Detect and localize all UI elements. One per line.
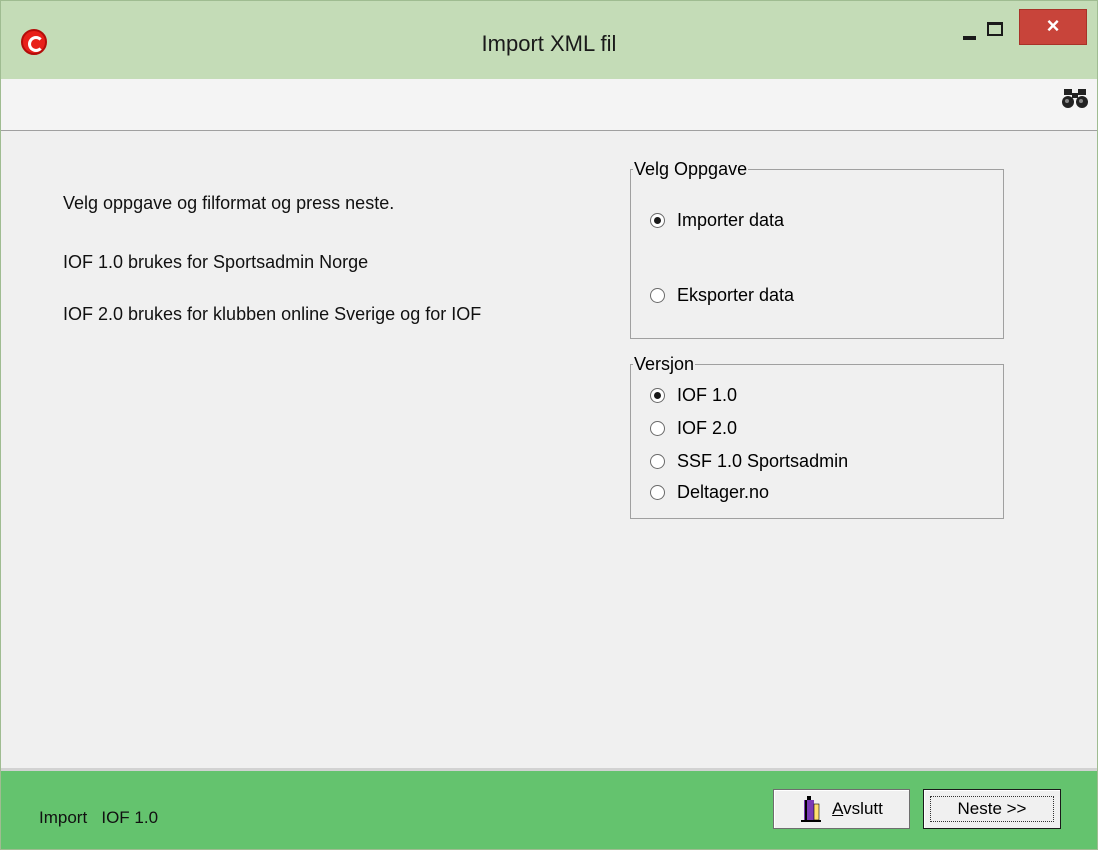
next-button-label: Neste >> xyxy=(957,799,1027,818)
status-version: IOF 1.0 xyxy=(101,808,159,827)
toolbar xyxy=(1,79,1097,131)
minimize-button[interactable] xyxy=(963,36,976,40)
iof1-note: IOF 1.0 brukes for Sportsadmin Norge xyxy=(63,252,369,272)
next-button-focus-rect: Neste >> xyxy=(930,796,1054,822)
exit-button[interactable]: Avslutt xyxy=(773,789,910,829)
radio-circle[interactable] xyxy=(650,454,665,469)
radio-circle[interactable] xyxy=(650,421,665,436)
next-button[interactable]: Neste >> xyxy=(923,789,1061,829)
radio-export[interactable]: Eksporter data xyxy=(650,285,794,306)
import-xml-window: Import XML fil × Velg oppgave og filform… xyxy=(0,0,1098,850)
radio-import-label: Importer data xyxy=(677,210,785,230)
radio-import[interactable]: Importer data xyxy=(650,210,784,231)
radio-export-label: Eksporter data xyxy=(677,285,795,305)
radio-ssf[interactable]: SSF 1.0 Sportsadmin xyxy=(650,451,848,472)
main-panel: Velg oppgave og filformat og press neste… xyxy=(1,132,1097,768)
radio-circle-checked[interactable] xyxy=(650,388,665,403)
radio-iof-1-label: IOF 1.0 xyxy=(677,385,738,405)
radio-circle[interactable] xyxy=(650,485,665,500)
radio-circle[interactable] xyxy=(650,288,665,303)
close-button[interactable]: × xyxy=(1019,9,1087,45)
version-group: Versjon IOF 1.0 IOF 2.0 SSF 1.0 Sportsad… xyxy=(630,354,1004,519)
status-text: Import IOF 1.0 xyxy=(39,808,158,828)
radio-ssf-label: SSF 1.0 Sportsadmin xyxy=(677,451,849,471)
iof2-note: IOF 2.0 brukes for klubben online Sverig… xyxy=(63,304,482,324)
window-title: Import XML fil xyxy=(481,31,617,56)
door-exit-icon xyxy=(801,796,822,822)
status-bar: Import IOF 1.0 Avslutt Neste >> xyxy=(1,768,1097,849)
exit-button-label: Avslutt xyxy=(832,799,883,818)
maximize-button[interactable] xyxy=(987,22,1003,36)
instruction-text: Velg oppgave og filformat og press neste… xyxy=(63,193,395,213)
radio-circle-checked[interactable] xyxy=(650,213,665,228)
binoculars-icon[interactable] xyxy=(1061,87,1089,111)
radio-iof-2[interactable]: IOF 2.0 xyxy=(650,418,737,439)
status-mode: Import xyxy=(39,808,88,827)
radio-iof-1[interactable]: IOF 1.0 xyxy=(650,385,737,406)
task-group-legend: Velg Oppgave xyxy=(633,159,749,179)
title-bar: Import XML fil × xyxy=(1,1,1097,79)
radio-deltager[interactable]: Deltager.no xyxy=(650,482,769,503)
radio-deltager-label: Deltager.no xyxy=(677,482,770,502)
version-group-legend: Versjon xyxy=(633,354,696,374)
task-group: Velg Oppgave Importer data Eksporter dat… xyxy=(630,159,1004,339)
radio-iof-2-label: IOF 2.0 xyxy=(677,418,738,438)
